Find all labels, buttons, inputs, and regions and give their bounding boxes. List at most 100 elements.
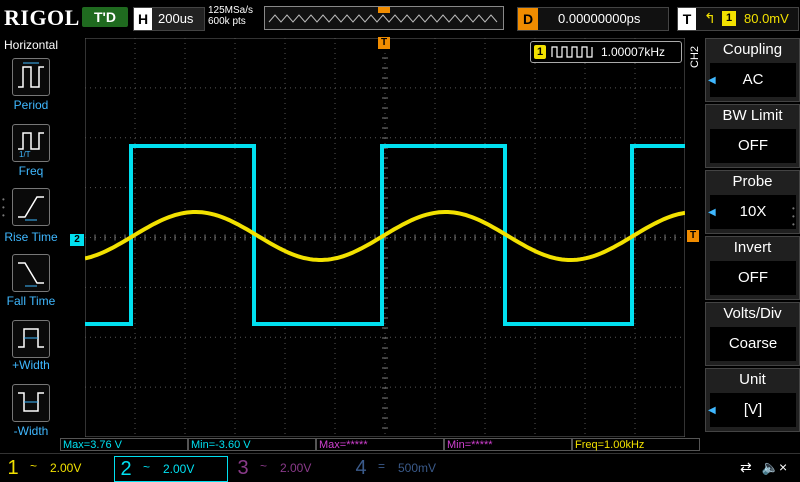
freq-icon: 1/T [18, 132, 44, 159]
page-dots-right: • • • [792, 204, 795, 229]
ch3-coupling: ~ [260, 459, 268, 473]
neg-width-icon [18, 392, 44, 412]
neg-width-button[interactable] [12, 384, 50, 422]
ch3-number: 3 [237, 457, 249, 479]
measurement-ch2-min[interactable]: Min=-3.60 V [188, 438, 316, 451]
freq-counter-channel: 1 [534, 45, 546, 59]
horizontal-measure-menu: Horizontal Period 1/T Freq • • • Rise Time… [0, 36, 62, 456]
pos-width-icon [18, 328, 44, 348]
left-arrow-icon: ◀ [708, 207, 716, 218]
memory-waveform-icon [268, 7, 498, 23]
timebase-value: 200us [158, 11, 194, 26]
unit-title: Unit [739, 371, 766, 388]
probe-softkey[interactable]: Probe 10X ◀ [705, 170, 800, 234]
svg-text:1/T: 1/T [19, 150, 31, 159]
freq-button[interactable]: 1/T [12, 124, 50, 162]
memory-depth: 600k pts [208, 16, 246, 27]
ch4-status[interactable]: 4 = 500mV [350, 456, 462, 480]
freq-label: Freq [18, 164, 44, 178]
coupling-title: Coupling [722, 41, 783, 58]
volts-div-softkey[interactable]: Volts/Div Coarse [705, 302, 800, 366]
trigger-indicator[interactable]: T ↰ 1 80.0mV [677, 7, 799, 31]
unit-softkey[interactable]: Unit [V] ◀ [705, 368, 800, 432]
page-dots-left: • • • [2, 195, 5, 220]
ch1-coupling: ~ [30, 459, 38, 473]
waveform-grid [85, 38, 685, 437]
fall-time-button[interactable] [12, 254, 50, 292]
ch1-status[interactable]: 1 ~ 2.00V [2, 456, 114, 480]
measurement-ch2-max[interactable]: Max=3.76 V [60, 438, 188, 451]
trigger-tag: T [678, 8, 696, 30]
menu-channel-label: CH2 [689, 45, 701, 68]
top-status-bar: RIGOL T'D H 200us 125MSa/s 600k pts D 0.… [0, 0, 800, 36]
rise-time-icon [18, 196, 44, 221]
neg-width-label: -Width [13, 424, 49, 438]
channel-menu: Coupling AC ◀ BW Limit OFF Probe 10X ◀ I… [705, 38, 800, 438]
period-button[interactable] [12, 58, 50, 96]
menu-title: Horizontal [3, 38, 59, 52]
measurement-ch3-min[interactable]: Min=***** [444, 438, 572, 451]
pos-width-button[interactable] [12, 320, 50, 358]
trigger-level: 80.0mV [744, 11, 789, 26]
waveform-display[interactable] [85, 38, 685, 437]
delay-tag: D [518, 8, 538, 30]
speaker-mute-icon[interactable]: 🔈× [762, 459, 788, 475]
run-status-badge[interactable]: T'D [82, 7, 128, 27]
ch2-scale: 2.00V [163, 462, 195, 476]
volts-div-value: Coarse [710, 327, 796, 361]
ch4-coupling: = [378, 459, 386, 473]
ch4-scale: 500mV [398, 461, 437, 475]
rise-time-button[interactable] [12, 188, 50, 226]
delay-value: 0.00000000ps [558, 11, 641, 26]
ch2-number: 2 [120, 458, 132, 480]
square-wave-icon [551, 46, 593, 58]
freq-counter-value: 1.00007kHz [601, 45, 666, 59]
timebase-indicator[interactable]: H 200us [133, 7, 205, 31]
timebase-tag: H [134, 8, 152, 30]
period-icon [18, 62, 44, 88]
left-arrow-icon: ◀ [708, 405, 716, 416]
memory-overview[interactable] [264, 6, 504, 30]
ch1-number: 1 [7, 457, 19, 479]
ch3-scale: 2.00V [280, 461, 312, 475]
invert-softkey[interactable]: Invert OFF [705, 236, 800, 300]
left-arrow-icon: ◀ [708, 75, 716, 86]
usb-icon: ⇄ [740, 459, 752, 475]
invert-value: OFF [710, 261, 796, 295]
probe-title: Probe [732, 173, 773, 190]
acquisition-info: 125MSa/s 600k pts [208, 5, 253, 27]
coupling-value: AC [710, 63, 796, 97]
trigger-level-marker[interactable]: T [687, 230, 699, 242]
fall-time-label: Fall Time [6, 294, 56, 308]
invert-title: Invert [733, 239, 772, 256]
period-label: Period [13, 98, 49, 112]
ch3-status[interactable]: 3 ~ 2.00V [232, 456, 344, 480]
rising-edge-icon: ↰ [704, 10, 716, 26]
measurement-bar: Max=3.76 V Min=-3.60 V Max=***** Min=***… [60, 438, 700, 452]
system-icons: ⇄ 🔈× [740, 459, 787, 476]
ch2-coupling: ~ [143, 460, 151, 474]
trigger-position-marker[interactable]: T [378, 37, 390, 49]
bw-limit-softkey[interactable]: BW Limit OFF [705, 104, 800, 168]
unit-value: [V] [710, 393, 796, 427]
ch4-number: 4 [355, 457, 367, 479]
coupling-softkey[interactable]: Coupling AC ◀ [705, 38, 800, 102]
ch2-offset-marker[interactable]: 2 [70, 234, 84, 246]
probe-value: 10X [710, 195, 796, 229]
ch2-status[interactable]: 2 ~ 2.00V [114, 456, 228, 482]
bw-limit-value: OFF [710, 129, 796, 163]
pos-width-label: +Width [12, 358, 50, 372]
frequency-counter: 1 1.00007kHz [530, 41, 682, 63]
ch1-scale: 2.00V [50, 461, 82, 475]
measurement-ch3-max[interactable]: Max=***** [316, 438, 444, 451]
trigger-source-channel: 1 [722, 11, 736, 26]
volts-div-title: Volts/Div [723, 305, 782, 322]
brand-logo: RIGOL [4, 5, 80, 30]
measurement-ch1-freq[interactable]: Freq=1.00kHz [572, 438, 700, 451]
bw-limit-title: BW Limit [722, 107, 783, 124]
rise-time-label: Rise Time [4, 230, 58, 244]
sample-rate: 125MSa/s [208, 5, 254, 16]
fall-time-icon [18, 262, 44, 287]
channel-status-bar: 1 ~ 2.00V 2 ~ 2.00V 3 ~ 2.00V 4 = 500mV … [0, 453, 800, 482]
delay-indicator[interactable]: D 0.00000000ps [517, 7, 669, 31]
